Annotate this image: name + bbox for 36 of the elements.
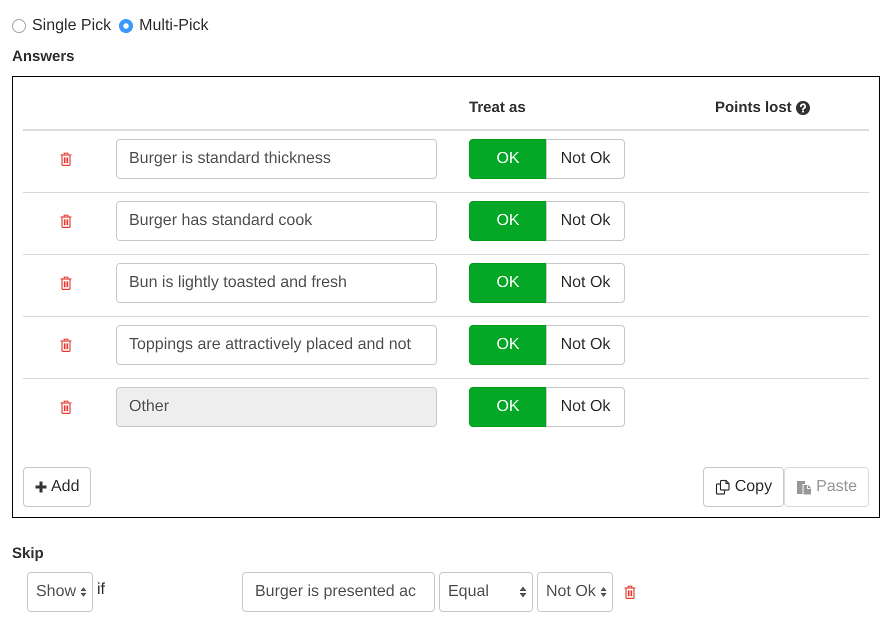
answer-field[interactable]: Burger has standard cook <box>116 201 437 241</box>
trash-icon[interactable] <box>60 214 72 228</box>
updown-caret-icon <box>519 586 527 598</box>
plus-icon <box>35 481 47 493</box>
section-title: Answers <box>12 47 76 67</box>
answer-field[interactable]: Burger is standard thickness <box>116 139 437 179</box>
answer-select[interactable]: Not Ok <box>537 572 613 612</box>
trash-icon[interactable] <box>60 400 72 414</box>
radio-label: Single Pick <box>32 16 112 36</box>
radio-button[interactable] <box>12 19 26 33</box>
copy-button[interactable]: Copy <box>702 467 784 507</box>
paste-icon <box>796 479 812 495</box>
updown-caret-icon <box>80 586 87 598</box>
column-header: Points lost <box>715 98 792 118</box>
answer-field[interactable]: Bun is lightly toasted and fresh <box>116 263 437 303</box>
treat-as-button[interactable]: Not Ok <box>546 139 625 179</box>
add-button[interactable]: Add <box>23 467 92 507</box>
updown-caret-icon <box>600 586 607 598</box>
trash-icon[interactable] <box>60 152 72 166</box>
action-select[interactable]: Show <box>27 572 93 612</box>
help-icon[interactable] <box>796 101 810 115</box>
radio-label: Multi-Pick <box>139 16 208 36</box>
trash-icon[interactable] <box>60 276 72 290</box>
treat-as-button[interactable]: Not Ok <box>546 201 625 241</box>
answer-field[interactable]: Toppings are attractively placed and not <box>116 325 437 365</box>
operator-select[interactable]: Equal <box>439 572 533 612</box>
section-title: Skip <box>12 544 45 564</box>
condition-text: if <box>97 580 105 600</box>
trash-icon[interactable] <box>60 338 72 352</box>
treat-as-button[interactable]: Not Ok <box>546 263 625 303</box>
radio-button[interactable] <box>119 19 134 33</box>
treat-as-button[interactable]: Not Ok <box>546 325 625 365</box>
trash-icon[interactable] <box>624 585 636 599</box>
question-field[interactable]: Burger is presented ac <box>242 572 435 612</box>
copy-icon <box>714 479 731 495</box>
column-header: Treat as <box>469 99 526 116</box>
